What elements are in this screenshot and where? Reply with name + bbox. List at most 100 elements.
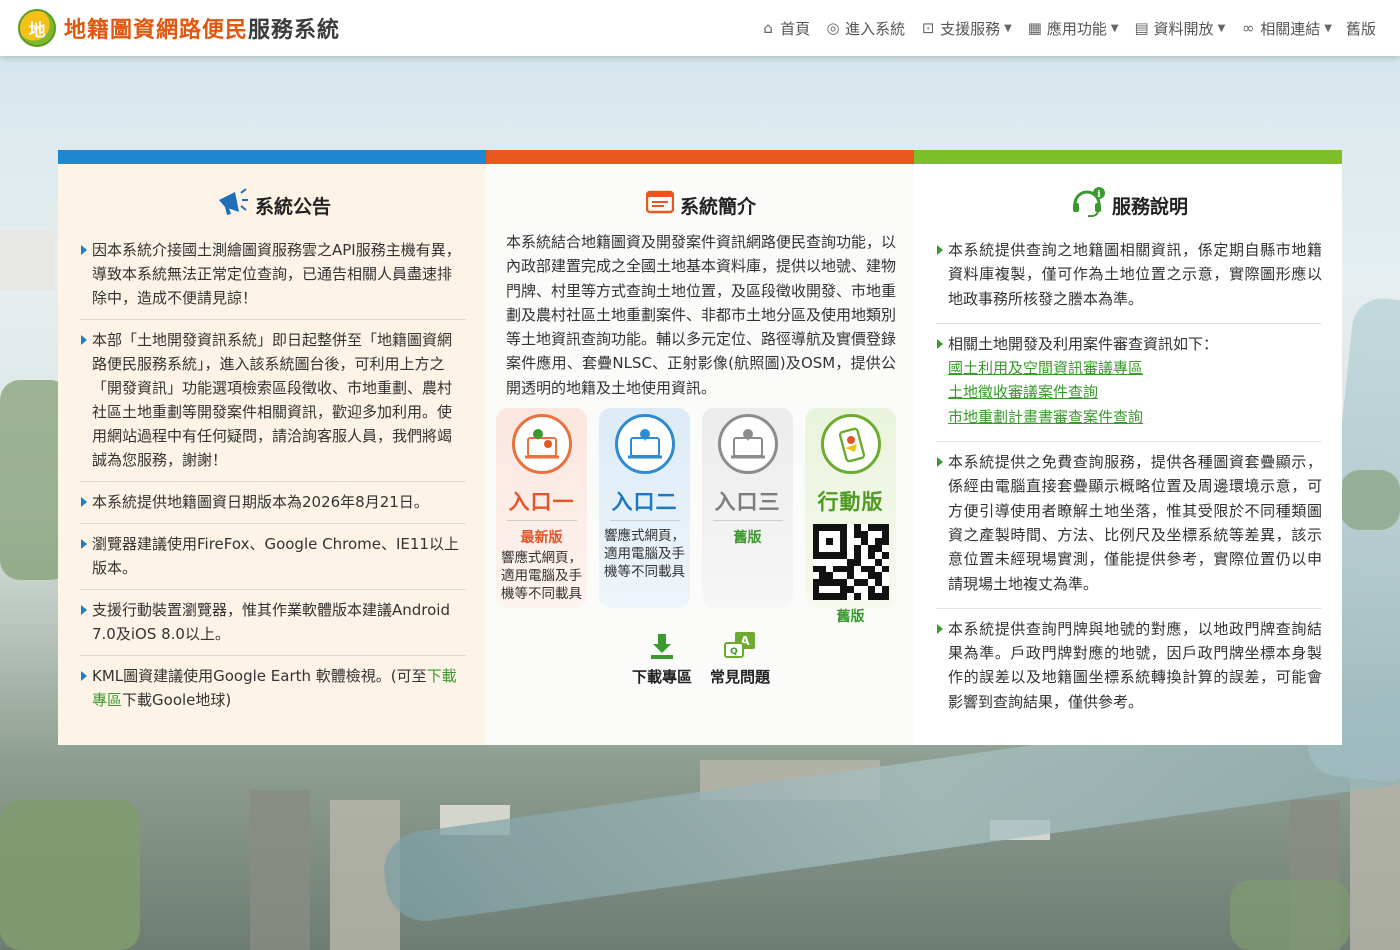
qr-module [812,586,820,594]
qr-module [860,586,868,594]
qr-module [840,586,848,594]
service-item: 本系統提供查詢之地籍圖相關資訊，係定期自縣市地籍資料庫複製，僅可作為土地位置之示… [936,230,1322,324]
open-data-icon: ▤ [1134,19,1149,37]
entry-one-card[interactable]: 入口一 最新版 響應式網頁，適用電腦及手機等不同載具 [496,408,587,609]
qr-module [881,544,889,552]
announcement-text: 瀏覽器建議使用FireFox、Google Chrome、IE11以上版本。 [92,535,459,577]
chevron-down-icon: ▼ [1110,22,1119,34]
qr-module [840,544,848,552]
nav-home[interactable]: ⌂ 首頁 [759,18,810,39]
qr-module [867,537,875,545]
services-title: 服務說明 [1111,195,1188,218]
announcements-column: 系統公告 因本系統介接國土測繪圖資服務雲之API服務主機有異，導致本系統無法正常… [58,164,486,745]
download-zone-button[interactable]: 下載專區 [632,630,692,687]
faq-button[interactable]: AQ 常見問題 [710,630,770,687]
nav-old-version[interactable]: 舊版 [1346,18,1376,39]
qr-module [853,579,861,587]
service-item: 本系統提供查詢門牌與地號的對應，以地政門牌查詢結果為準。戶政門牌對應的地號，因戶… [936,609,1322,726]
bar-orange [486,150,914,164]
qr-module [874,524,882,531]
qr-module [874,593,882,601]
bg-field [1230,880,1350,950]
qr-module [847,586,854,594]
qr-module [833,565,841,573]
nav-enter-system-label: 進入系統 [845,19,906,38]
qr-module [812,537,820,545]
qr-module [819,530,827,538]
mobile-version-tag: 舊版 [836,609,865,626]
qr-module [833,524,841,531]
qr-module [847,558,854,566]
announcement-text: 本系統提供地籍圖資日期版本為2026年8月21日。 [92,493,429,511]
service-text: 本系統提供查詢之地籍圖相關資訊，係定期自縣市地籍資料庫複製，僅可作為土地位置之示… [948,241,1322,308]
nav-home-label: 首頁 [780,19,811,38]
announcement-item: 支援行動裝置瀏覽器，惟其作業軟體版本建議Android 7.0及iOS 8.0以… [80,590,466,656]
support-icon: ⊡ [921,19,935,37]
nav-support[interactable]: ⊡ 支援服務 ▼ [919,18,1012,39]
site-title-part-a: 地籍圖資網路便民 [64,17,249,43]
land-use-review-link[interactable]: 國土利用及空間資訊審議專區 [948,356,1322,380]
intro-column: 系統簡介 本系統結合地籍圖資及開發案件資訊網路便民查詢功能，以內政部建置完成之全… [486,164,914,745]
qr-module [840,530,848,538]
entry-two-card[interactable]: 入口二 響應式網頁，適用電腦及手機等不同載具 [599,408,690,609]
qr-module [847,572,854,580]
qr-module [819,579,827,587]
qr-module [812,530,820,538]
search-location-icon: ◎ [826,19,840,37]
qr-module [826,537,834,545]
qr-module [812,524,820,531]
entry-three-card[interactable]: 入口三 舊版 [702,408,793,609]
bg-building [0,230,55,290]
land-expropriation-link[interactable]: 土地徵收審議案件查詢 [948,380,1322,404]
nav-old-version-label: 舊版 [1345,19,1376,38]
announcement-item: 瀏覽器建議使用FireFox、Google Chrome、IE11以上版本。 [80,524,466,590]
qr-module [847,530,854,538]
qr-module [860,572,868,580]
qr-module [833,593,841,601]
bg-building [250,790,310,950]
site-logo[interactable]: 地 地籍圖資網路便民服務系統 [18,9,340,47]
qr-module [881,558,889,566]
bg-hill [0,800,140,950]
land-readjustment-link[interactable]: 市地重劃計畫書審查案件查詢 [948,405,1322,429]
qr-module [853,565,861,573]
qr-module [826,524,834,531]
megaphone-icon [215,187,249,223]
qr-module [840,565,848,573]
download-zone-label: 下載專區 [631,668,692,687]
qr-module [853,593,861,601]
qr-module [819,593,827,601]
qr-module [826,579,834,587]
nav-links[interactable]: ∞ 相關連結 ▼ [1239,18,1332,39]
divider [609,520,680,522]
qr-module [840,593,848,601]
qr-module [812,572,820,580]
nav-apps[interactable]: ▦ 應用功能 ▼ [1026,18,1119,39]
chevron-down-icon: ▼ [1004,22,1012,34]
services-heading: i 服務說明 [936,187,1322,222]
divider [506,520,577,522]
service-text: 相關土地開發及利用案件審查資訊如下： [948,334,1219,353]
divider [712,520,783,522]
qr-module [867,572,875,580]
qr-module [874,544,882,552]
qr-module [867,530,875,538]
qr-module [833,586,841,594]
qr-module [826,586,834,594]
service-text: 本系統提供之免費查詢服務，提供各種圖資套疊顯示，係經由電腦直接套疊顯示概略位置及… [948,453,1322,593]
qr-module [881,565,889,573]
service-item: 本系統提供之免費查詢服務，提供各種圖資套疊顯示，係經由電腦直接套疊顯示概略位置及… [936,442,1322,609]
qr-module [867,586,875,594]
qr-module [860,537,868,545]
nav-open-data[interactable]: ▤ 資料開放 ▼ [1133,18,1225,39]
mobile-version-card[interactable]: 行動版 舊版 [805,408,896,625]
qr-module [881,579,889,587]
qr-module [819,586,827,594]
map-pin-laptop-icon [717,414,778,475]
qr-module [840,579,848,587]
qr-module [853,572,861,580]
qr-module [860,551,868,559]
service-text: 本系統提供查詢門牌與地號的對應，以地政門牌查詢結果為準。戶政門牌對應的地號，因戶… [948,619,1322,711]
nav-enter-system[interactable]: ◎ 進入系統 [824,18,906,39]
qr-module [874,579,882,587]
